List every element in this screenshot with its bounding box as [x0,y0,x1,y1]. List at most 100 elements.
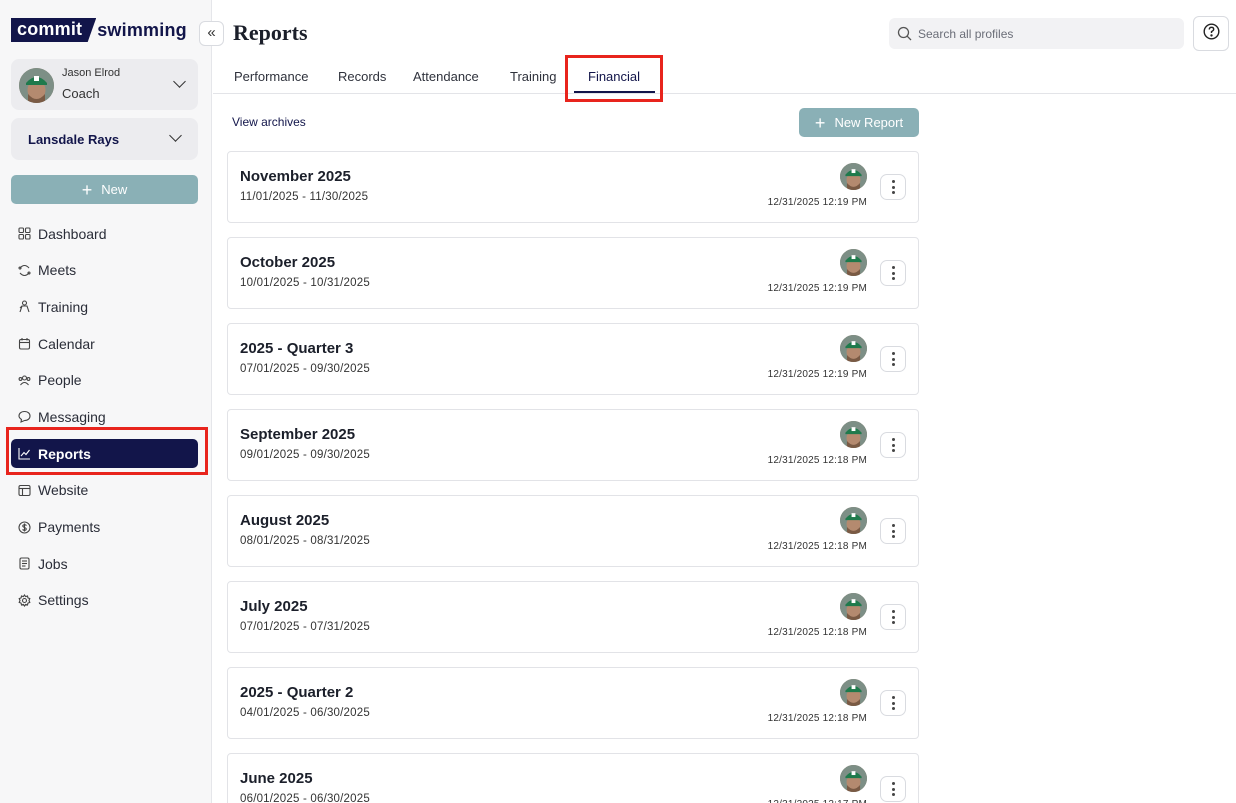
report-timestamp: 12/31/2025 12:19 PM [767,197,867,208]
calendar-icon [18,337,31,350]
main-content: Reports Performance Records Attendance T… [213,0,1236,803]
avatar [840,507,867,534]
new-button[interactable]: + New [11,175,198,204]
more-vertical-icon [891,266,895,280]
training-icon [18,300,31,313]
collapse-sidebar-button[interactable]: « [199,21,224,46]
report-title: 2025 - Quarter 2 [240,684,354,701]
meets-icon [18,264,31,277]
report-date-range: 08/01/2025 - 08/31/2025 [240,535,370,547]
more-options-button[interactable] [880,604,906,630]
report-list: November 2025 11/01/2025 - 11/30/2025 12… [227,151,919,803]
avatar [840,163,867,190]
more-options-button[interactable] [880,174,906,200]
sidebar-item-label: Payments [38,519,101,535]
report-tabs: Performance Records Attendance Training … [213,58,1236,94]
report-timestamp: 12/31/2025 12:18 PM [767,541,867,552]
search-input[interactable] [918,18,1173,49]
report-card[interactable]: June 2025 06/01/2025 - 06/30/2025 12/31/… [227,753,919,803]
more-options-button[interactable] [880,776,906,802]
tab-records[interactable]: Records [338,69,386,84]
sidebar-item-meets[interactable]: Meets [11,256,198,285]
sidebar: commit swimming Jason Elrod Coach Lansda… [0,0,212,803]
tab-training[interactable]: Training [510,69,556,84]
user-name: Jason Elrod [62,67,121,79]
report-title: November 2025 [240,168,351,185]
report-card[interactable]: 2025 - Quarter 2 04/01/2025 - 06/30/2025… [227,667,919,739]
more-vertical-icon [891,352,895,366]
sidebar-item-training[interactable]: Training [11,292,198,321]
sidebar-item-label: Messaging [38,408,106,425]
sidebar-item-label: Calendar [38,335,95,352]
report-timestamp: 12/31/2025 12:18 PM [767,713,867,724]
user-switcher[interactable]: Jason Elrod Coach [11,59,198,110]
sidebar-item-label: Jobs [38,555,68,572]
report-date-range: 07/01/2025 - 09/30/2025 [240,363,370,375]
chevron-down-icon [173,75,186,88]
report-card[interactable]: July 2025 07/01/2025 - 07/31/2025 12/31/… [227,581,919,653]
sidebar-item-jobs[interactable]: Jobs [11,549,198,578]
report-card[interactable]: 2025 - Quarter 3 07/01/2025 - 09/30/2025… [227,323,919,395]
new-button-label: New [101,182,128,197]
report-date-range: 11/01/2025 - 11/30/2025 [240,191,369,203]
more-options-button[interactable] [880,518,906,544]
help-icon [1202,22,1220,45]
more-options-button[interactable] [880,260,906,286]
commit-swimming-logo[interactable]: commit swimming [11,18,187,42]
tab-performance[interactable]: Performance [234,69,308,84]
help-button[interactable] [1193,16,1229,51]
report-date-range: 09/01/2025 - 09/30/2025 [240,449,370,461]
sidebar-item-people[interactable]: People [11,366,198,395]
team-switcher[interactable]: Lansdale Rays [11,118,198,160]
more-options-button[interactable] [880,432,906,458]
more-vertical-icon [891,180,895,194]
tab-attendance[interactable]: Attendance [413,69,479,84]
messaging-icon [18,410,31,424]
report-title: October 2025 [240,254,336,271]
report-card[interactable]: August 2025 08/01/2025 - 08/31/2025 12/3… [227,495,919,567]
sidebar-item-settings[interactable]: Settings [11,586,198,615]
new-report-label: New Report [834,115,904,130]
report-card[interactable]: October 2025 10/01/2025 - 10/31/2025 12/… [227,237,919,309]
more-vertical-icon [891,696,895,710]
plus-icon: + [814,112,826,133]
jobs-icon [18,557,31,570]
report-title: September 2025 [240,426,356,443]
sidebar-item-payments[interactable]: Payments [11,513,198,542]
payments-icon [18,520,31,534]
report-title: 2025 - Quarter 3 [240,340,354,357]
page-title: Reports [233,20,308,45]
sidebar-item-label: Website [38,482,89,499]
view-archives-link[interactable]: View archives [232,115,306,129]
report-card[interactable]: November 2025 11/01/2025 - 11/30/2025 12… [227,151,919,223]
report-title: June 2025 [240,770,313,787]
logo-swimming-text: swimming [97,19,187,40]
avatar [19,68,54,103]
report-card[interactable]: September 2025 09/01/2025 - 09/30/2025 1… [227,409,919,481]
team-name: Lansdale Rays [28,132,120,147]
sidebar-item-label: Training [38,298,89,315]
sidebar-item-dashboard[interactable]: Dashboard [11,219,198,248]
avatar [840,593,867,620]
website-icon [18,484,31,497]
report-date-range: 04/01/2025 - 06/30/2025 [240,707,370,719]
chevron-down-icon [169,129,182,142]
new-report-button[interactable]: + New Report [799,108,919,137]
search-icon [897,26,912,46]
report-timestamp: 12/31/2025 12:19 PM [767,283,867,294]
gear-icon [18,593,31,607]
sidebar-item-calendar[interactable]: Calendar [11,329,198,358]
avatar [840,421,867,448]
sidebar-item-label: Meets [38,262,77,279]
avatar [840,335,867,362]
sidebar-item-website[interactable]: Website [11,476,198,505]
grid-icon [18,227,31,240]
plus-icon: + [81,179,93,200]
sidebar-item-label: Dashboard [38,225,107,242]
highlight-box-financial [565,55,663,102]
user-role: Coach [62,86,100,101]
search-bar[interactable] [889,18,1184,49]
more-options-button[interactable] [880,690,906,716]
avatar [840,679,867,706]
more-options-button[interactable] [880,346,906,372]
